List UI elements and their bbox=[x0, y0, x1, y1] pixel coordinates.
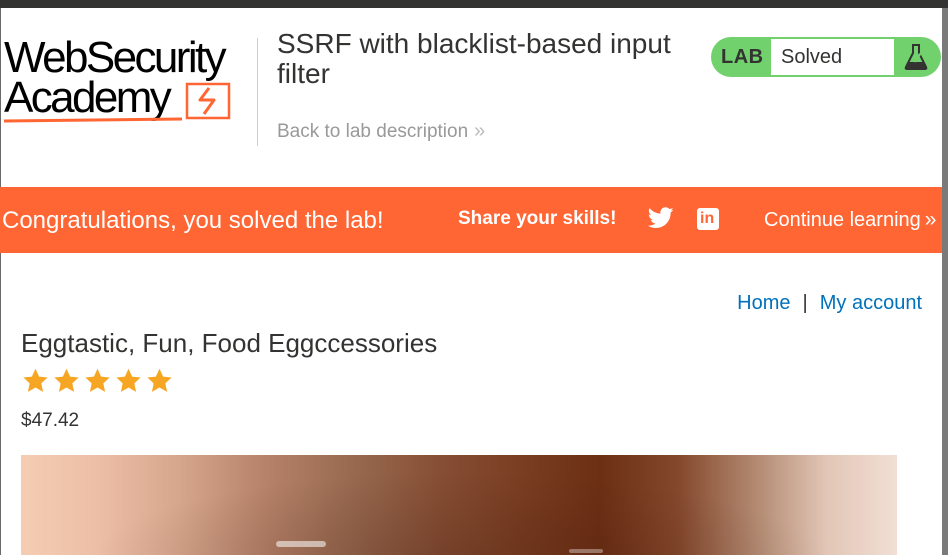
star-icon bbox=[116, 368, 141, 392]
double-chevron-right-icon: » bbox=[924, 208, 937, 231]
back-to-lab-label: Back to lab description bbox=[277, 121, 469, 142]
lab-status-widget: LAB Solved bbox=[711, 37, 941, 77]
logo-underline-icon bbox=[4, 82, 231, 123]
star-icon bbox=[54, 368, 79, 392]
continue-learning-label: Continue learning bbox=[764, 209, 921, 231]
linkedin-letters: in bbox=[700, 210, 715, 227]
product-image-highlight bbox=[276, 541, 326, 547]
share-your-skills-label: Share your skills! bbox=[458, 208, 617, 229]
twitter-icon[interactable] bbox=[648, 207, 674, 229]
product-title: Eggtastic, Fun, Food Eggccessories bbox=[21, 328, 438, 358]
header-divider bbox=[257, 38, 258, 146]
double-chevron-right-icon: » bbox=[474, 120, 486, 142]
product-rating bbox=[21, 367, 174, 395]
home-link[interactable]: Home bbox=[737, 292, 790, 314]
star-icon bbox=[147, 368, 172, 392]
star-icon bbox=[85, 368, 110, 392]
nav-separator: | bbox=[802, 292, 808, 314]
product-image-shading bbox=[21, 455, 897, 555]
product-image bbox=[21, 455, 897, 555]
continue-learning-link[interactable]: Continue learning» bbox=[764, 208, 936, 232]
lab-status-text: Solved bbox=[781, 46, 843, 68]
star-icon bbox=[23, 368, 48, 392]
web-security-academy-logo[interactable]: WebSecurity Academy bbox=[4, 34, 254, 128]
linkedin-icon[interactable]: in bbox=[697, 208, 719, 230]
product-image-highlight bbox=[569, 549, 603, 553]
window-left-edge bbox=[0, 8, 1, 555]
window-top-bar bbox=[0, 0, 948, 8]
back-to-lab-link[interactable]: Back to lab description» bbox=[277, 120, 485, 143]
lab-title: SSRF with blacklist-based input filter bbox=[277, 28, 671, 89]
flask-icon bbox=[904, 44, 928, 70]
lab-tag: LAB bbox=[721, 46, 764, 68]
my-account-link[interactable]: My account bbox=[820, 292, 922, 314]
product-price: $47.42 bbox=[21, 410, 80, 431]
lab-solved-banner: Congratulations, you solved the lab! Sha… bbox=[0, 187, 942, 253]
congratulations-message: Congratulations, you solved the lab! bbox=[2, 207, 384, 234]
window-scrollbar[interactable] bbox=[942, 8, 948, 555]
top-nav: Home | My account bbox=[737, 292, 922, 315]
